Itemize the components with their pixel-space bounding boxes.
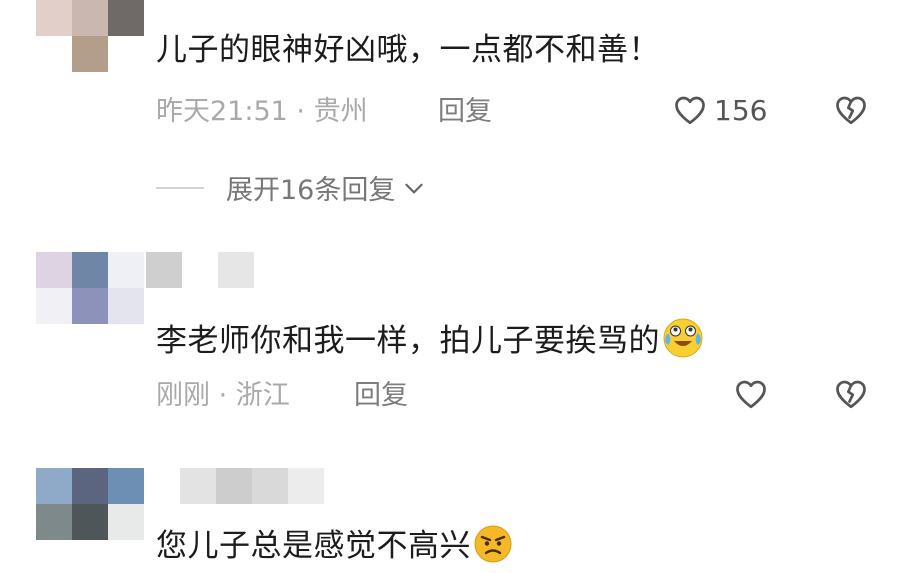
broken-heart-icon <box>836 380 866 409</box>
like-count: 156 <box>714 93 768 127</box>
comment-meta: 昨天21:51 · 贵州 <box>156 96 368 128</box>
dislike-button[interactable] <box>833 92 869 132</box>
reply-button[interactable]: 回复 <box>438 96 492 128</box>
username[interactable] <box>146 468 326 504</box>
reply-button[interactable]: 回复 <box>354 380 408 412</box>
comment-location: 浙江 <box>235 380 290 411</box>
avatar[interactable] <box>36 252 146 362</box>
chevron-down-icon <box>405 183 424 193</box>
comment-text-row: 您儿子总是感觉不高兴 <box>156 524 513 573</box>
username[interactable] <box>146 252 256 288</box>
comment-text: 您儿子总是感觉不高兴 <box>156 528 471 564</box>
dislike-button[interactable] <box>833 376 869 416</box>
angry-emoji <box>473 524 513 573</box>
comment-meta: 刚刚 · 浙江 <box>156 380 290 412</box>
expand-divider <box>156 186 204 189</box>
meta-separator: · <box>218 380 228 411</box>
expand-replies-button[interactable]: 展开16条回复 <box>156 168 427 207</box>
avatar[interactable] <box>36 468 146 540</box>
meta-separator: · <box>296 96 305 127</box>
like-button[interactable] <box>733 376 769 412</box>
comment-location: 贵州 <box>313 96 368 127</box>
like-button[interactable]: 156 <box>672 92 767 128</box>
comment-text: 李老师你和我一样，拍儿子要挨骂的 <box>156 323 660 359</box>
laugh-cry-emoji <box>662 317 704 368</box>
heart-outline-icon <box>736 380 766 409</box>
comment-time: 昨天21:51 <box>156 96 288 127</box>
comment-text: 儿子的眼神好凶哦，一点都不和善！ <box>156 32 660 68</box>
comment-time: 刚刚 <box>156 380 210 411</box>
expand-replies-label: 展开16条回复 <box>226 175 396 206</box>
comment-item: 儿子的眼神好凶哦，一点都不和善！ 昨天21:51 · 贵州 回复 156 展开1… <box>0 0 921 232</box>
heart-outline-icon <box>675 96 705 125</box>
comment-item: 李老师你和我一样，拍儿子要挨骂的 刚刚 · 浙江 回复 <box>0 232 921 454</box>
comment-text-row: 李老师你和我一样，拍儿子要挨骂的 <box>156 317 704 368</box>
broken-heart-icon <box>836 96 866 125</box>
comment-item: 您儿子总是感觉不高兴 <box>0 454 921 573</box>
avatar[interactable] <box>36 0 146 72</box>
